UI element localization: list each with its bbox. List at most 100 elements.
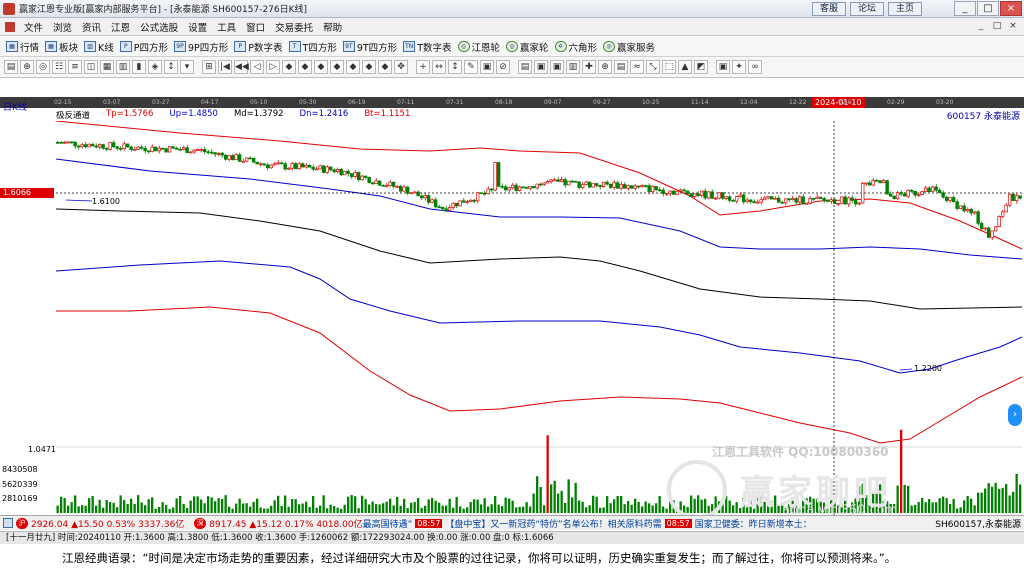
tool-icon-26[interactable]: ↔ (432, 60, 446, 74)
tool-icon-13[interactable]: |◀ (218, 60, 232, 74)
mdi-minimize-button[interactable]: _ (974, 20, 988, 33)
tool-icon-31[interactable]: ▤ (518, 60, 532, 74)
toolbar-button-7[interactable]: 9T 9T四方形 (341, 40, 401, 54)
toolbar-button-11[interactable]: ✡ 六角形 (553, 40, 602, 54)
volume-bar (179, 495, 182, 513)
tool-icon-0[interactable]: ▤ (4, 60, 18, 74)
candle-body (489, 188, 494, 191)
tool-icon-4[interactable]: ≡ (68, 60, 82, 74)
toolbar-button-9[interactable]: ◎ 江恩轮 (456, 40, 505, 54)
tool-icon-14[interactable]: ◀◀ (234, 60, 249, 74)
toolbar-button-5[interactable]: P P数字表 (232, 40, 286, 54)
menu-tools[interactable]: 工具 (212, 20, 241, 34)
menu-news[interactable]: 资讯 (77, 20, 106, 34)
tool-icon-6[interactable]: ▦ (100, 60, 114, 74)
tool-icon-29[interactable]: ▣ (480, 60, 494, 74)
mdi-restore-button[interactable]: □ (990, 20, 1004, 33)
candle-body (454, 202, 459, 207)
customer-service-link[interactable]: 客服 (812, 2, 846, 16)
menu-help[interactable]: 帮助 (318, 20, 347, 34)
menu-file[interactable]: 文件 (19, 20, 48, 34)
candle-body (762, 197, 767, 201)
grid-icon: ▦ (6, 41, 18, 52)
indicator-dn: Dn=1.2416 (299, 109, 349, 119)
tool-icon-37[interactable]: ▤ (614, 60, 628, 74)
tool-icon-21[interactable]: ◆ (346, 60, 360, 74)
tool-icon-39[interactable]: ⤡ (646, 60, 660, 74)
tool-icon-5[interactable]: ◫ (84, 60, 98, 74)
grid-icon[interactable] (3, 518, 13, 528)
tool-icon-45[interactable]: ∞ (748, 60, 762, 74)
tool-icon-12[interactable]: ⊞ (202, 60, 216, 74)
tool-icon-42[interactable]: ◩ (694, 60, 708, 74)
tool-icon-43[interactable]: ▣ (716, 60, 730, 74)
news-item[interactable]: 【盘中宝】又一新冠药“特仿”名单公布！相关原料药需 (445, 517, 661, 530)
toolbar-button-2[interactable]: ▥ K线 (82, 40, 118, 54)
tool-icon-41[interactable]: ▲ (678, 60, 692, 74)
tool-icon-16[interactable]: ▷ (266, 60, 280, 74)
shenzhen-index-quote[interactable]: 8917.45 ▲15.12 0.17% 4018.00亿 (209, 517, 362, 530)
tool-icon-17[interactable]: ◆ (282, 60, 296, 74)
toolbar-button-10[interactable]: ◎ 赢家轮 (504, 40, 553, 54)
tool-icon-25[interactable]: + (416, 60, 430, 74)
tool-icon-2[interactable]: ◎ (36, 60, 50, 74)
t9-box-icon: 9T (342, 41, 355, 52)
tool-icon-35[interactable]: ✚ (582, 60, 596, 74)
winner-wheel-icon: ◎ (506, 41, 519, 52)
menu-formula-screen[interactable]: 公式选股 (135, 20, 183, 34)
close-button[interactable]: × (1000, 1, 1022, 16)
toolbar-button-12[interactable]: ◎ 赢家服务 (601, 40, 659, 54)
candle-body (213, 152, 217, 155)
tool-icon-44[interactable]: ✦ (732, 60, 746, 74)
tool-icon-23[interactable]: ◆ (378, 60, 392, 74)
news-item[interactable]: 国家卫健委：昨日新增本土： (695, 517, 812, 530)
tool-icon-18[interactable]: ◆ (298, 60, 312, 74)
tool-icon-33[interactable]: ▣ (550, 60, 564, 74)
candle-body (626, 185, 630, 189)
tool-icon-10[interactable]: ↕ (164, 60, 178, 74)
toolbar-button-6[interactable]: T T四方形 (287, 40, 341, 54)
menu-gann[interactable]: 江恩 (106, 20, 135, 34)
tool-icon-22[interactable]: ◆ (362, 60, 376, 74)
forum-link[interactable]: 论坛 (850, 2, 884, 16)
toolbar-button-3[interactable]: P P四方形 (118, 40, 172, 54)
menu-trade[interactable]: 交易委托 (270, 20, 318, 34)
toolbar-button-0[interactable]: ▦ 行情 (4, 40, 43, 54)
candle-body (374, 180, 378, 184)
tool-icon-28[interactable]: ✎ (464, 60, 478, 74)
tool-icon-11[interactable]: ▾ (180, 60, 194, 74)
tool-icon-34[interactable]: ▥ (566, 60, 580, 74)
tool-icon-19[interactable]: ◆ (314, 60, 328, 74)
toolbar-button-4[interactable]: 9P 9P四方形 (172, 40, 232, 54)
watermark-logo-icon (667, 460, 727, 520)
toolbar-button-8[interactable]: TN T数字表 (401, 40, 455, 54)
tool-icon-32[interactable]: ▣ (534, 60, 548, 74)
tool-icon-36[interactable]: ⊕ (598, 60, 612, 74)
tool-icon-8[interactable]: ▮ (132, 60, 146, 74)
menu-settings[interactable]: 设置 (183, 20, 212, 34)
tool-icon-24[interactable]: ✥ (394, 60, 408, 74)
tool-icon-38[interactable]: ≈ (630, 60, 644, 74)
hexagon-icon: ✡ (554, 41, 567, 52)
tool-icon-9[interactable]: ◈ (148, 60, 162, 74)
mdi-close-button[interactable]: × (1006, 20, 1020, 33)
menu-browse[interactable]: 浏览 (48, 20, 77, 34)
tool-icon-3[interactable]: ☷ (52, 60, 66, 74)
shanghai-index-quote[interactable]: 2926.04 ▲15.50 0.53% 3337.36亿 (31, 517, 184, 530)
news-item[interactable]: 最高国待遇” (363, 517, 413, 530)
tool-icon-15[interactable]: ◁ (250, 60, 264, 74)
homepage-link[interactable]: 主页 (888, 2, 922, 16)
scroll-right-icon[interactable]: › (1008, 404, 1022, 426)
toolbar-button-1[interactable]: ▦ 板块 (43, 40, 82, 54)
minimize-button[interactable]: _ (954, 1, 976, 16)
candle-body (465, 201, 469, 204)
tool-icon-30[interactable]: ⊘ (496, 60, 510, 74)
menu-window[interactable]: 窗口 (241, 20, 270, 34)
tool-icon-1[interactable]: ⊕ (20, 60, 34, 74)
tool-icon-27[interactable]: ↕ (448, 60, 462, 74)
tool-icon-20[interactable]: ◆ (330, 60, 344, 74)
candle-body (188, 151, 193, 154)
maximize-button[interactable]: □ (977, 1, 999, 16)
tool-icon-40[interactable]: ⬚ (662, 60, 676, 74)
tool-icon-7[interactable]: ▥ (116, 60, 130, 74)
